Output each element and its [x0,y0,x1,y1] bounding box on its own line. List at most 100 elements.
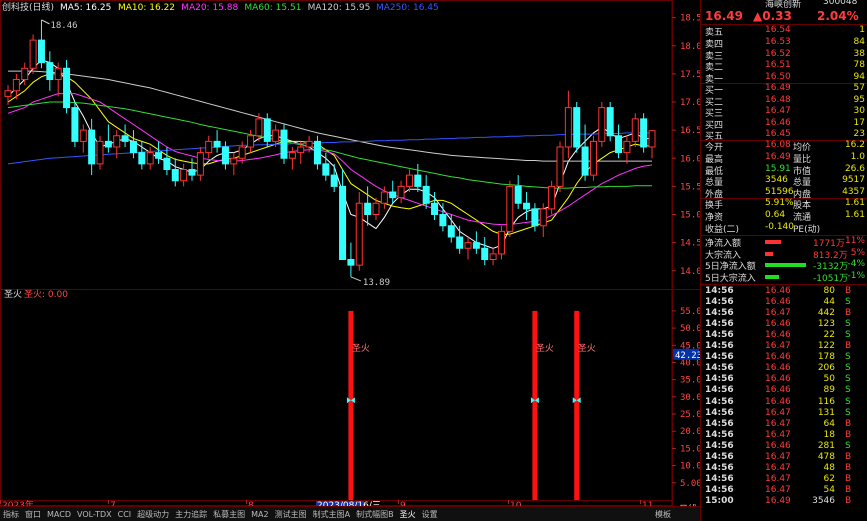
tick-time: 14:56 [705,319,734,330]
flow-pct: 11% [844,236,865,246]
candle-body [631,118,639,142]
flow-row: 5日净流入额 -3132万 -4% [705,259,867,272]
stat-value: -0.140 [765,222,795,232]
indicator-tab[interactable]: 制式幅图B [353,507,397,520]
candle-body [146,152,154,165]
tick-time: 14:56 [705,341,734,352]
candle [414,163,422,192]
stat-value: 5.91% [765,198,794,208]
ma-legend-item: MA5: 16.25 [60,3,111,13]
candle-body [63,67,71,109]
tick-row: 14:56 16.47 131 S [705,408,867,419]
candle-body [263,118,271,142]
chart-frame [0,0,673,506]
candle-body [288,152,296,159]
indicator-tab[interactable]: 私募主图 [210,507,248,520]
candle-body [213,140,221,148]
tick-volume: 116 [817,396,835,407]
tick-time: 14:56 [705,374,734,385]
indicator-tab[interactable]: 设置 [419,507,441,520]
stat-label: 收益(二) [705,225,740,235]
candle [631,113,639,147]
candle [71,102,79,147]
ma-line-ma20 [7,93,653,226]
candle [564,90,572,159]
signal-bar: 圣火 [530,310,554,500]
tick-time: 14:56 [705,330,734,341]
ask-row: 卖一 16.50 94 [705,72,867,85]
candle [481,237,489,266]
candle [472,231,480,254]
indicator-tab[interactable]: VOL-TDX [74,508,115,519]
candle-body [531,208,539,227]
indicator-tab[interactable]: 指标 [0,507,22,520]
tick-row: 14:56 16.46 89 S [705,385,867,396]
candle-body [355,202,363,266]
chart-labels: 18.46 13.89 创科技(日线) MA5: 16.25 MA10: 16.22 MA… [2,1,439,300]
tick-price: 16.47 [765,308,791,319]
indicator-tab[interactable]: 主力追踪 [172,507,210,520]
candle-body [247,135,255,148]
flow-pct: -4% [847,259,865,269]
tick-side: B [845,429,852,440]
bid-row: 买三 16.47 30 [705,106,867,119]
candle [213,130,221,153]
tick-volume: 80 [823,286,835,296]
candle-body [29,39,37,69]
candle [104,124,112,153]
candle [439,203,447,232]
tick-side: S [845,297,851,308]
indicator-tab[interactable]: MA2 [248,508,271,519]
tick-price: 16.47 [765,407,791,418]
bid-price: 16.48 [765,94,791,105]
stat-row: 外盘 51596 内盘 4357 [705,187,867,200]
indicator-tick-label: 5.00 [680,479,702,489]
tick-time: 14:56 [705,385,734,396]
tick-volume: 50 [823,374,835,385]
ask-price: 16.50 [765,72,791,83]
candle-body [37,39,45,64]
template-tab[interactable]: 模板 [652,507,674,520]
candle-body [4,90,12,97]
bid-volume: 95 [853,94,865,105]
candle [556,141,564,192]
candle-body [456,236,464,249]
indicator-tab[interactable]: 圣火 [397,507,419,520]
last-price: 16.49 [705,9,743,23]
indicator-tab[interactable]: 测试主图 [272,507,310,520]
ask-row: 卖三 16.52 38 [705,49,867,62]
candle [397,180,405,204]
tick-volume: 178 [817,352,835,363]
indicator-tab[interactable]: MACD [44,508,74,519]
candle-body [88,129,96,165]
ask-row: 卖五 16.54 1 [705,25,867,38]
flow-bar [765,251,773,256]
indicator-tab[interactable]: 窗口 [22,507,44,520]
indicator-tab[interactable]: 制式主图A [310,507,353,520]
tick-price: 16.47 [765,484,791,495]
candle-body [280,129,288,159]
ma-legend-item: MA60: 15.51 [244,3,301,13]
candle [155,141,163,164]
indicator-tab[interactable]: CCI [115,508,135,519]
candle-body [506,185,514,232]
bid-row: 买二 16.48 95 [705,94,867,108]
candle-body [581,146,589,176]
candle [146,147,154,170]
tick-time: 14:56 [705,462,734,473]
ma-line-ma250 [7,132,652,165]
candle-body [380,191,388,204]
candle-body [389,191,397,199]
price-change: ▲0.33 [753,9,792,23]
stat-value: 26.6 [844,163,865,174]
tick-price: 16.46 [765,374,791,385]
candle [531,203,539,232]
tick-volume: 478 [817,451,835,462]
candle-body [272,129,280,142]
tick-volume: 54 [823,484,835,495]
signal-bar-rect [348,310,354,500]
candle [63,59,71,114]
stat-row: 收益(二) -0.140 PE(动) [705,222,867,235]
indicator-tab[interactable]: 超级动力 [134,507,172,520]
candle-body [523,202,531,210]
